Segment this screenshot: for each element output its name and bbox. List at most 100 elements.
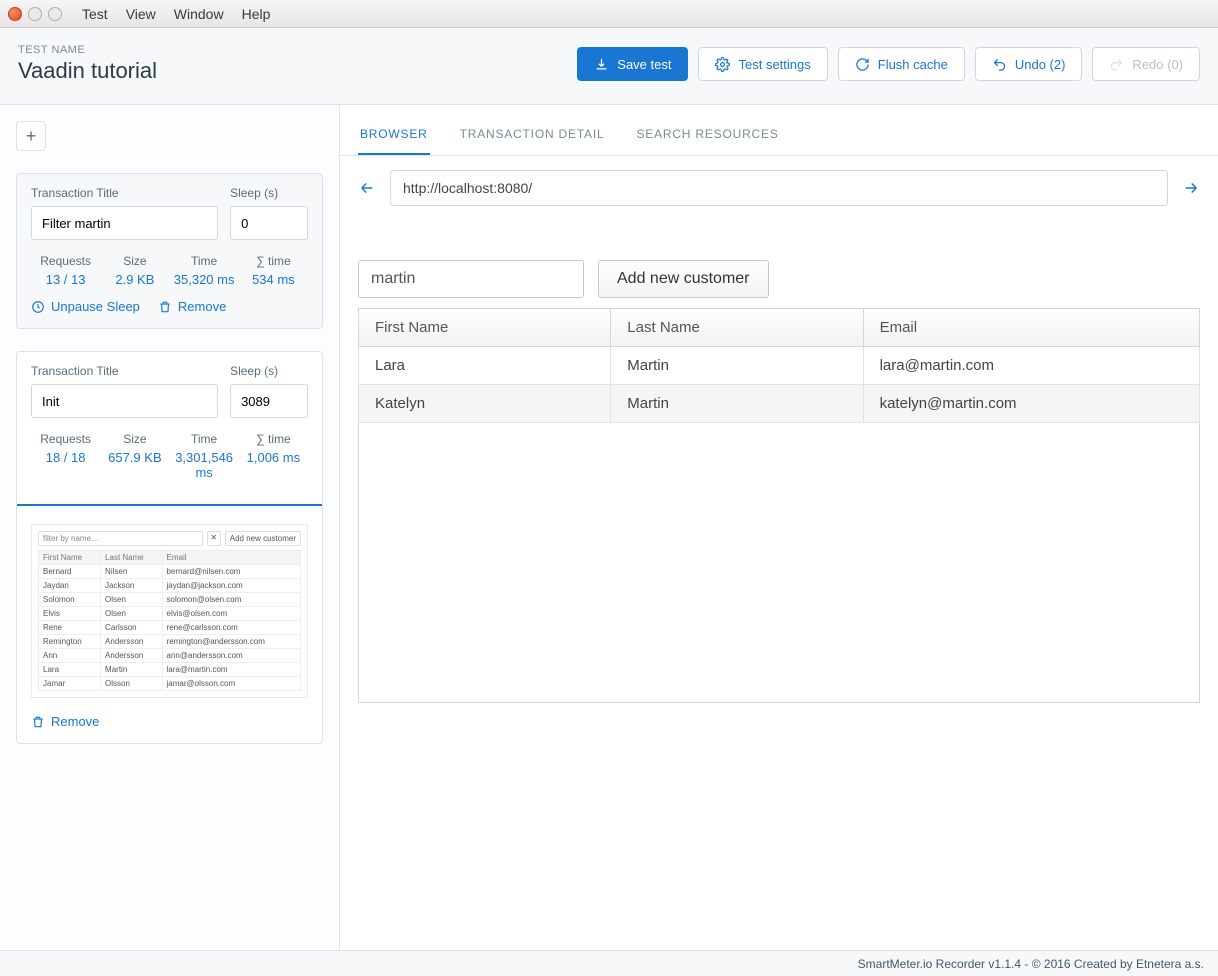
transaction-title-input[interactable] <box>31 206 218 240</box>
stat-val: 2.9 KB <box>100 272 169 287</box>
flush-cache-button[interactable]: Flush cache <box>838 47 965 81</box>
gear-icon <box>715 57 730 72</box>
thumb-row: RemingtonAnderssonremington@andersson.co… <box>39 635 301 649</box>
test-name-value: Vaadin tutorial <box>18 58 157 84</box>
arrow-right-icon <box>1182 179 1200 197</box>
transaction-title-label: Transaction Title <box>31 364 218 378</box>
thumb-cell: lara@martin.com <box>162 663 300 677</box>
table-cell: Martin <box>611 347 863 385</box>
sleep-label: Sleep (s) <box>230 364 308 378</box>
window-maximize-button[interactable] <box>48 7 62 21</box>
thumb-filter: filter by name… <box>38 531 203 546</box>
thumb-cell: Andersson <box>101 635 162 649</box>
table-row[interactable]: LaraMartinlara@martin.com <box>359 347 1200 385</box>
thumb-cell: jaydan@jackson.com <box>162 579 300 593</box>
thumb-cell: Carlsson <box>101 621 162 635</box>
transaction-sidebar: + Transaction Title Sleep (s) Requests13… <box>0 105 340 950</box>
thumb-cell: ann@andersson.com <box>162 649 300 663</box>
sleep-input[interactable] <box>230 384 308 418</box>
add-customer-button[interactable]: Add new customer <box>598 260 769 298</box>
thumb-row: ElvisOlsenelvis@olsen.com <box>39 607 301 621</box>
thumb-cell: Solomon <box>39 593 101 607</box>
transaction-card[interactable]: Transaction Title Sleep (s) Requests18 /… <box>16 351 323 744</box>
tab-transaction-detail[interactable]: TRANSACTION DETAIL <box>458 115 607 155</box>
thumb-cell: rene@carlsson.com <box>162 621 300 635</box>
thumb-cell: jamar@olsson.com <box>162 677 300 691</box>
url-input[interactable] <box>390 170 1168 206</box>
status-bar: SmartMeter.io Recorder v1.1.4 - © 2016 C… <box>0 950 1218 976</box>
status-text: SmartMeter.io Recorder v1.1.4 - © 2016 C… <box>858 957 1204 971</box>
table-header-email[interactable]: Email <box>863 309 1199 347</box>
undo-button[interactable]: Undo (2) <box>975 47 1083 81</box>
table-header-last-name[interactable]: Last Name <box>611 309 863 347</box>
stat-val: 13 / 13 <box>31 272 100 287</box>
unpause-sleep-label: Unpause Sleep <box>51 299 140 314</box>
remove-transaction-link[interactable]: Remove <box>31 714 99 729</box>
tab-browser[interactable]: BROWSER <box>358 115 430 155</box>
thumb-cell: Bernard <box>39 565 101 579</box>
add-transaction-button[interactable]: + <box>16 121 46 151</box>
os-titlebar: Test View Window Help <box>0 0 1218 28</box>
window-minimize-button[interactable] <box>28 7 42 21</box>
stat-hd: Size <box>100 254 169 268</box>
detail-panel: BROWSER TRANSACTION DETAIL SEARCH RESOUR… <box>340 105 1218 950</box>
thumb-cell: Olsen <box>101 593 162 607</box>
window-close-button[interactable] <box>8 7 22 21</box>
plus-icon: + <box>26 127 37 145</box>
test-settings-button[interactable]: Test settings <box>698 47 827 81</box>
thumb-add-btn: Add new customer <box>225 531 301 546</box>
browser-back-button[interactable] <box>358 179 376 197</box>
stat-hd: Requests <box>31 432 100 446</box>
trash-icon <box>158 300 172 314</box>
table-cell: Lara <box>359 347 611 385</box>
thumb-cell: Jackson <box>101 579 162 593</box>
remove-transaction-link[interactable]: Remove <box>158 299 226 314</box>
thumb-cell: Nilsen <box>101 565 162 579</box>
stat-val: 35,320 ms <box>170 272 239 287</box>
undo-icon <box>992 57 1007 72</box>
table-row[interactable]: KatelynMartinkatelyn@martin.com <box>359 385 1200 423</box>
flush-cache-label: Flush cache <box>878 57 948 72</box>
refresh-icon <box>855 57 870 72</box>
stat-hd: ∑ time <box>239 432 308 446</box>
transaction-title-input[interactable] <box>31 384 218 418</box>
stat-hd: Time <box>170 432 239 446</box>
table-header-first-name[interactable]: First Name <box>359 309 611 347</box>
sleep-input[interactable] <box>230 206 308 240</box>
menu-window[interactable]: Window <box>174 6 224 22</box>
browser-forward-button[interactable] <box>1182 179 1200 197</box>
stat-hd: Size <box>100 432 169 446</box>
test-settings-label: Test settings <box>738 57 810 72</box>
thumb-row: BernardNilsenbernard@nilsen.com <box>39 565 301 579</box>
menu-help[interactable]: Help <box>242 6 271 22</box>
thumb-cell: elvis@olsen.com <box>162 607 300 621</box>
thumb-cell: remington@andersson.com <box>162 635 300 649</box>
unpause-sleep-link[interactable]: Unpause Sleep <box>31 299 140 314</box>
transaction-card[interactable]: Transaction Title Sleep (s) Requests13 /… <box>16 173 323 329</box>
stat-val: 657.9 KB <box>100 450 169 465</box>
thumb-cell: solomon@olsen.com <box>162 593 300 607</box>
customer-filter-input[interactable] <box>359 261 584 297</box>
thumb-row: JamarOlssonjamar@olsson.com <box>39 677 301 691</box>
clock-icon <box>31 300 45 314</box>
menu-test[interactable]: Test <box>82 6 108 22</box>
save-test-button[interactable]: Save test <box>577 47 688 81</box>
undo-label: Undo (2) <box>1015 57 1066 72</box>
thumb-row: LaraMartinlara@martin.com <box>39 663 301 677</box>
thumb-cell: Andersson <box>101 649 162 663</box>
table-cell: lara@martin.com <box>863 347 1199 385</box>
thumb-cell: Jamar <box>39 677 101 691</box>
detail-tabs: BROWSER TRANSACTION DETAIL SEARCH RESOUR… <box>340 115 1218 156</box>
redo-button: Redo (0) <box>1092 47 1200 81</box>
table-cell: Katelyn <box>359 385 611 423</box>
stat-val: 3,301,546 ms <box>170 450 239 480</box>
browser-viewport: ✖ Add new customer First Name Last Name … <box>358 220 1200 932</box>
thumb-clear-icon: ✕ <box>207 531 221 546</box>
thumb-th: First Name <box>39 551 101 565</box>
redo-icon <box>1109 57 1124 72</box>
menu-view[interactable]: View <box>126 6 156 22</box>
thumb-row: JaydanJacksonjaydan@jackson.com <box>39 579 301 593</box>
tab-search-resources[interactable]: SEARCH RESOURCES <box>634 115 780 155</box>
sleep-label: Sleep (s) <box>230 186 308 200</box>
thumb-cell: Rene <box>39 621 101 635</box>
